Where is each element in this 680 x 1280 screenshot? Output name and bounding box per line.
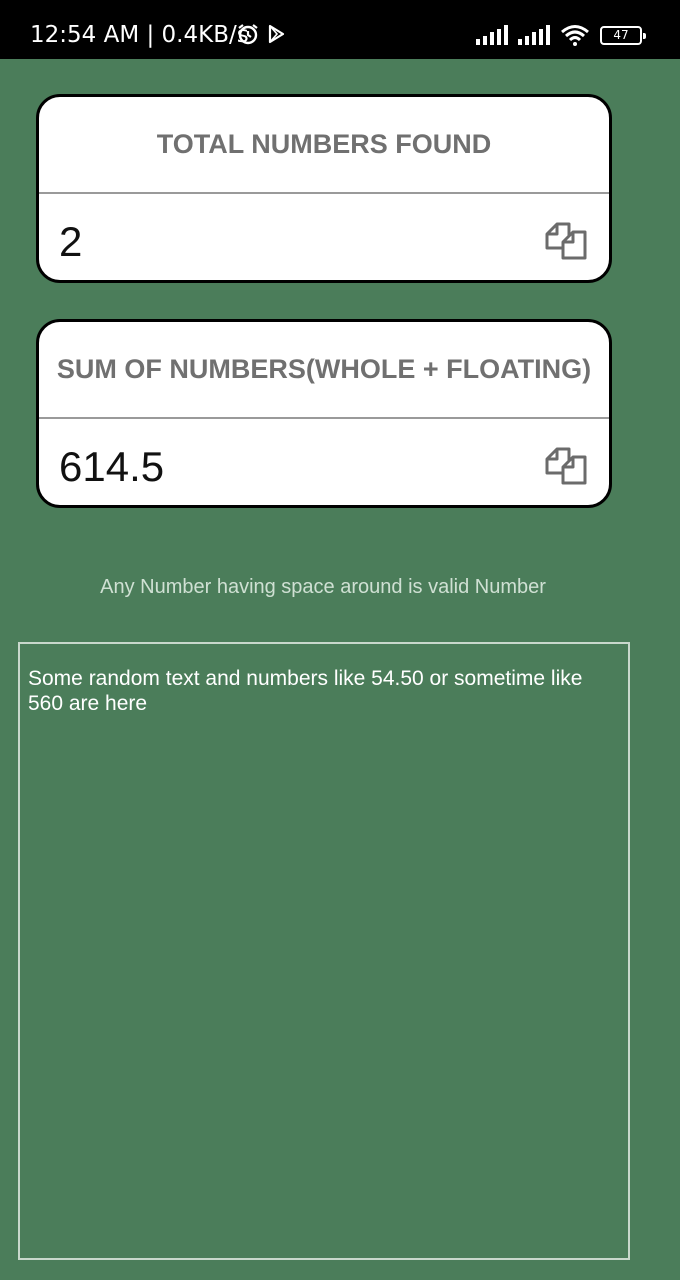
play-store-icon <box>266 24 286 44</box>
sum-numbers-title: SUM OF NUMBERS(WHOLE + FLOATING) <box>39 322 609 419</box>
sum-numbers-card: SUM OF NUMBERS(WHOLE + FLOATING) 614.5 <box>36 319 612 508</box>
status-time: 12:54 AM | 0.4KB/s <box>30 22 249 48</box>
wifi-icon <box>560 24 590 46</box>
total-numbers-title: TOTAL NUMBERS FOUND <box>39 97 609 194</box>
copy-icon <box>543 220 589 267</box>
signal-icon <box>476 25 508 45</box>
sum-numbers-value: 614.5 <box>59 443 165 490</box>
alarm-icon <box>236 22 260 46</box>
copy-sum-button[interactable] <box>541 443 591 493</box>
total-numbers-card: TOTAL NUMBERS FOUND 2 <box>36 94 612 283</box>
hint-text: Any Number having space around is valid … <box>100 576 546 598</box>
status-bar: 12:54 AM | 0.4KB/s 47 <box>0 0 680 59</box>
signal-icon <box>518 25 550 45</box>
copy-total-button[interactable] <box>541 218 591 268</box>
copy-icon <box>543 445 589 492</box>
total-numbers-value: 2 <box>59 218 83 265</box>
battery-icon: 47 <box>600 25 646 45</box>
text-input-area[interactable]: Some random text and numbers like 54.50 … <box>18 642 630 1260</box>
